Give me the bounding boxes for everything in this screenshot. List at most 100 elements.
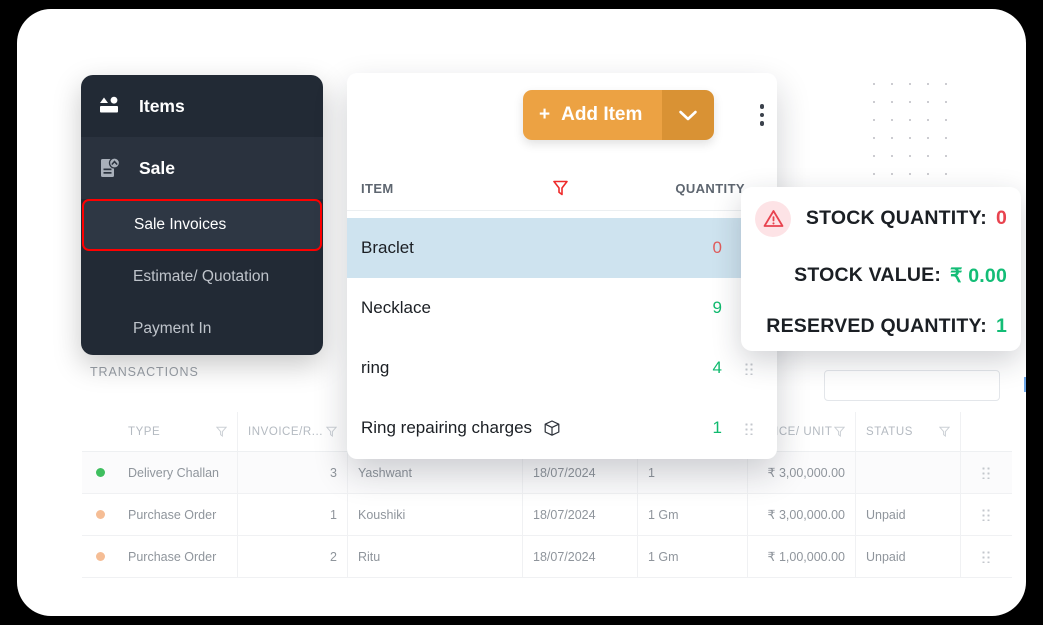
box-package-icon bbox=[544, 420, 560, 436]
row-party-name: Koushiki bbox=[348, 494, 523, 535]
sale-doc-icon bbox=[99, 157, 121, 179]
items-panel: + Add Item ITEM QUANTITY Braclet 0 Neckl… bbox=[347, 73, 777, 459]
grip-icon bbox=[980, 550, 992, 563]
sidebar-menu: Items Sale Sale Invoices Estimate/ Quota… bbox=[81, 75, 323, 355]
plus-icon: + bbox=[539, 104, 551, 125]
status-dot bbox=[95, 510, 105, 519]
items-icon bbox=[99, 96, 121, 116]
items-table-header: ITEM QUANTITY bbox=[347, 167, 777, 211]
warning-triangle-icon bbox=[755, 200, 791, 237]
item-quantity: 9 bbox=[712, 298, 722, 317]
table-row[interactable]: Purchase Order 2 Ritu 18/07/2024 1 Gm ₹ … bbox=[82, 536, 1012, 578]
row-quantity: 1 Gm bbox=[638, 536, 748, 577]
reserved-quantity-line: RESERVED QUANTITY: 1 bbox=[755, 315, 1007, 338]
header-invoice[interactable]: INVOICE/R... bbox=[238, 412, 348, 451]
app-card: TRANSACTIONS x TYPE bbox=[17, 9, 1026, 616]
stock-value-line: STOCK VALUE: ₹ 0.00 bbox=[755, 264, 1007, 288]
row-party-name: Ritu bbox=[348, 536, 523, 577]
excel-icon: x bbox=[1024, 377, 1026, 392]
sidebar-item-items-label: Items bbox=[139, 95, 185, 116]
header-status-dot bbox=[82, 412, 118, 451]
row-price: ₹ 3,00,000.00 bbox=[748, 494, 856, 535]
table-row[interactable]: Purchase Order 1 Koushiki 18/07/2024 1 G… bbox=[82, 494, 1012, 536]
filter-icon[interactable] bbox=[216, 426, 227, 437]
row-status-dot-cell bbox=[82, 494, 118, 535]
row-status bbox=[856, 452, 961, 493]
item-quantity: 4 bbox=[712, 358, 722, 377]
item-name: Braclet bbox=[361, 238, 414, 257]
reserved-quantity-value: 1 bbox=[995, 314, 1007, 337]
search-input[interactable] bbox=[824, 370, 1000, 401]
row-status-dot-cell bbox=[82, 452, 118, 493]
item-name: ring bbox=[361, 358, 390, 377]
row-menu-button[interactable] bbox=[961, 452, 1011, 493]
row-quantity: 1 Gm bbox=[638, 494, 748, 535]
sidebar-item-sale-label: Sale bbox=[139, 157, 175, 178]
row-invoice: 1 bbox=[238, 494, 348, 535]
row-date: 18/07/2024 bbox=[523, 494, 638, 535]
kebab-dot-icon bbox=[759, 112, 765, 118]
items-more-options-button[interactable] bbox=[752, 98, 772, 132]
status-dot bbox=[95, 552, 105, 561]
sidebar-item-payment-in[interactable]: Payment In bbox=[81, 303, 323, 355]
row-price: ₹ 1,00,000.00 bbox=[748, 536, 856, 577]
item-row[interactable]: Braclet 0 bbox=[347, 218, 777, 278]
item-row[interactable]: ring 4 bbox=[347, 338, 777, 398]
item-column-header: ITEM bbox=[361, 181, 394, 196]
header-status-label: STATUS bbox=[866, 425, 913, 438]
sidebar-item-sale-invoices[interactable]: Sale Invoices bbox=[82, 199, 322, 251]
reserved-quantity-label: RESERVED QUANTITY: bbox=[766, 314, 987, 337]
sidebar-item-estimate-quotation-label: Estimate/ Quotation bbox=[133, 268, 270, 285]
item-quantity: 0 bbox=[712, 238, 722, 257]
stock-quantity-line: STOCK QUANTITY: 0 bbox=[755, 200, 1007, 237]
sidebar-item-payment-in-label: Payment In bbox=[133, 320, 212, 337]
item-row-menu-button[interactable] bbox=[744, 361, 755, 375]
filter-icon[interactable] bbox=[326, 426, 337, 437]
add-item-label: Add Item bbox=[561, 104, 643, 125]
item-name-wrapper: Ring repairing charges bbox=[361, 418, 562, 438]
add-item-button[interactable]: + Add Item bbox=[523, 90, 663, 140]
quantity-column-header: QUANTITY bbox=[675, 181, 745, 196]
item-row[interactable]: Ring repairing charges 1 bbox=[347, 398, 777, 458]
row-menu-button[interactable] bbox=[961, 494, 1011, 535]
row-status: Unpaid bbox=[856, 494, 961, 535]
row-menu-button[interactable] bbox=[961, 536, 1011, 577]
item-row-menu-button[interactable] bbox=[744, 421, 755, 435]
item-quantity: 1 bbox=[712, 418, 722, 437]
sidebar-item-sale-invoices-label: Sale Invoices bbox=[134, 216, 227, 233]
filter-icon[interactable] bbox=[939, 426, 950, 437]
add-item-dropdown-button[interactable] bbox=[662, 90, 715, 140]
header-invoice-label: INVOICE/R... bbox=[248, 425, 323, 438]
filter-icon[interactable] bbox=[834, 426, 845, 437]
row-date: 18/07/2024 bbox=[523, 536, 638, 577]
header-type[interactable]: TYPE bbox=[118, 412, 238, 451]
sidebar-item-items[interactable]: Items bbox=[81, 75, 323, 137]
row-type: Delivery Challan bbox=[118, 452, 238, 493]
stock-tooltip: STOCK QUANTITY: 0 STOCK VALUE: ₹ 0.00 RE… bbox=[741, 187, 1021, 351]
row-type: Purchase Order bbox=[118, 536, 238, 577]
header-type-label: TYPE bbox=[128, 425, 161, 438]
item-row[interactable]: Necklace 9 bbox=[347, 278, 777, 338]
excel-export-icon[interactable]: x bbox=[1022, 372, 1026, 399]
add-item-button-group[interactable]: + Add Item bbox=[523, 90, 715, 140]
grip-icon bbox=[980, 508, 992, 521]
item-name: Ring repairing charges bbox=[361, 418, 533, 437]
kebab-dot-icon bbox=[759, 104, 765, 109]
grip-icon bbox=[980, 466, 992, 479]
stock-quantity-label: STOCK QUANTITY: bbox=[805, 207, 987, 229]
chevron-down-icon bbox=[679, 110, 698, 120]
row-invoice: 3 bbox=[238, 452, 348, 493]
stock-value-label: STOCK VALUE: bbox=[794, 264, 942, 286]
row-status-dot-cell bbox=[82, 536, 118, 577]
stock-quantity-value: 0 bbox=[995, 207, 1007, 229]
transactions-label: TRANSACTIONS bbox=[90, 365, 199, 379]
sidebar-item-estimate-quotation[interactable]: Estimate/ Quotation bbox=[81, 251, 323, 303]
stock-value-value: ₹ 0.00 bbox=[950, 264, 1007, 287]
decorative-dot-grid bbox=[865, 75, 947, 185]
row-status: Unpaid bbox=[856, 536, 961, 577]
status-dot bbox=[95, 468, 105, 477]
item-name: Necklace bbox=[361, 298, 431, 317]
filter-icon[interactable] bbox=[553, 180, 568, 201]
sidebar-item-sale[interactable]: Sale bbox=[81, 137, 323, 199]
header-status[interactable]: STATUS bbox=[856, 412, 961, 451]
